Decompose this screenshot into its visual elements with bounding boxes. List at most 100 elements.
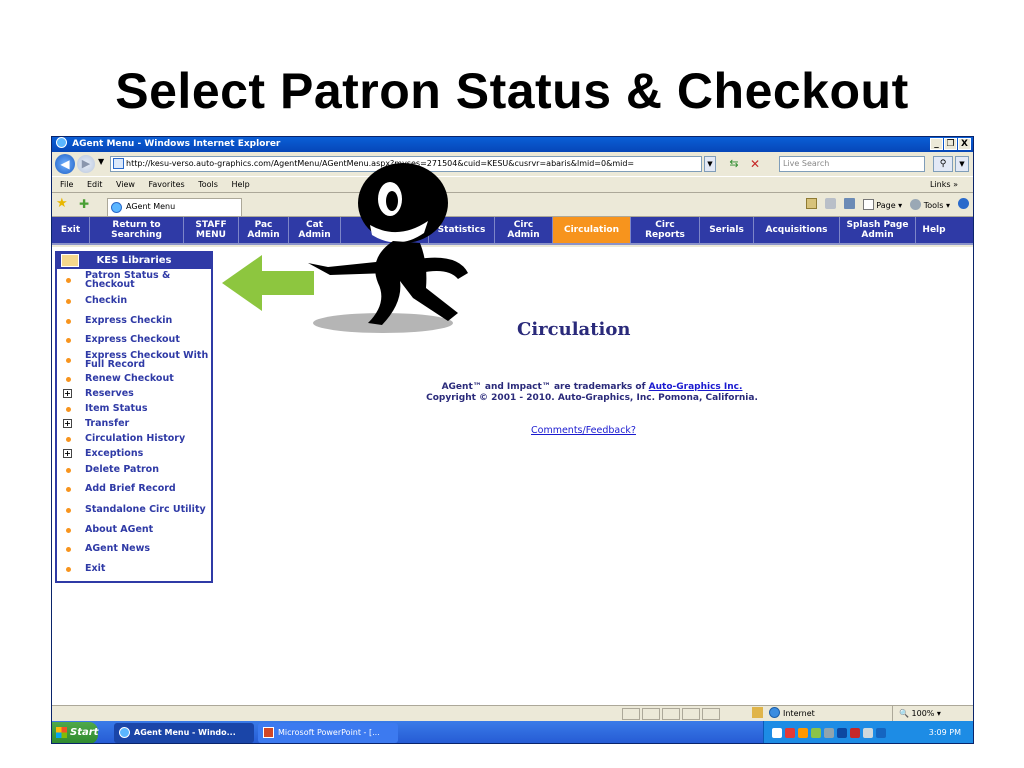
feeds-icon[interactable]: [824, 198, 836, 209]
sidebar-item-standalone-circ-utility[interactable]: Standalone Circ Utility: [57, 499, 211, 521]
bullet-icon: [66, 299, 71, 304]
sidebar-item-item-status[interactable]: Item Status: [57, 401, 211, 417]
tray-app-icon[interactable]: [785, 728, 795, 738]
menu-tools[interactable]: Tools: [198, 180, 218, 189]
bullet-icon: [66, 319, 71, 324]
search-icon[interactable]: ⚲: [933, 156, 953, 172]
internet-globe-icon: [769, 707, 780, 718]
sidebar-item-label: Express Checkin: [85, 315, 173, 327]
refresh-icon[interactable]: ⇆: [725, 156, 743, 172]
sidebar-item-about-agent[interactable]: About AGent: [57, 521, 211, 539]
sidebar-item-agent-news[interactable]: AGent News: [57, 539, 211, 559]
sidebar-item-label: Reserves: [85, 388, 134, 400]
back-arrow-icon: ◀: [60, 157, 70, 171]
clock: 3:09 PM: [928, 728, 961, 737]
links-button[interactable]: Links »: [930, 177, 958, 193]
menu-favorites[interactable]: Favorites: [149, 180, 185, 189]
nav-help[interactable]: Help: [916, 217, 952, 243]
forward-button[interactable]: ▶: [77, 155, 95, 173]
bullet-icon: [66, 528, 71, 533]
print-icon[interactable]: [843, 198, 855, 209]
sidebar-item-checkin[interactable]: Checkin: [57, 291, 211, 311]
task-agent-menu[interactable]: AGent Menu - Windo...: [114, 723, 254, 743]
menu-view[interactable]: View: [116, 180, 135, 189]
nav-serials[interactable]: Serials: [700, 217, 754, 243]
expand-plus-icon[interactable]: +: [63, 449, 72, 458]
sidebar-item-renew-checkout[interactable]: Renew Checkout: [57, 371, 211, 387]
menu-file[interactable]: File: [60, 180, 73, 189]
command-bar: Page ▾ Tools ▾: [805, 198, 969, 214]
tray-app-icon[interactable]: [824, 728, 834, 738]
sidebar-item-reserves[interactable]: + Reserves: [57, 387, 211, 401]
sidebar-item-patron-status-checkout[interactable]: Patron Status & Checkout: [57, 269, 211, 291]
nav-circulation[interactable]: Circulation: [553, 217, 631, 243]
nav-acquisitions[interactable]: Acquisitions: [754, 217, 840, 243]
expand-plus-icon[interactable]: +: [63, 389, 72, 398]
sidebar-item-label: Patron Status & Checkout: [85, 269, 171, 290]
home-icon[interactable]: [805, 198, 817, 209]
help-icon[interactable]: [958, 198, 969, 209]
minimize-button[interactable]: _: [930, 138, 943, 150]
tray-app-icon[interactable]: [863, 728, 873, 738]
tray-app-icon[interactable]: [850, 728, 860, 738]
bullet-icon: [66, 468, 71, 473]
auto-graphics-link[interactable]: Auto-Graphics Inc.: [649, 382, 743, 392]
sidebar-item-express-checkout[interactable]: Express Checkout: [57, 331, 211, 349]
restore-button[interactable]: ❐: [944, 138, 957, 150]
sidebar-item-label: Express Checkout: [85, 334, 180, 346]
back-button[interactable]: ◀: [55, 154, 75, 174]
favorites-star-icon[interactable]: ★: [56, 197, 68, 211]
search-input[interactable]: Live Search: [779, 156, 925, 172]
bullet-icon: [66, 338, 71, 343]
sidebar-item-exit[interactable]: Exit: [57, 559, 211, 579]
sidebar-item-exceptions[interactable]: + Exceptions: [57, 447, 211, 461]
nav-staff-menu[interactable]: STAFF MENU: [184, 217, 239, 243]
tab-label: AGent Menu: [126, 202, 176, 211]
history-dropdown-icon[interactable]: ▼: [98, 157, 104, 166]
trademark-line-1: AGent™ and Impact™ are trademarks of Aut…: [352, 382, 832, 393]
tray-app-icon[interactable]: [772, 728, 782, 738]
bullet-icon: [66, 567, 71, 572]
tray-app-icon[interactable]: [876, 728, 886, 738]
search-dropdown-icon[interactable]: ▼: [955, 156, 969, 172]
start-button[interactable]: Start: [52, 722, 98, 743]
tray-app-icon[interactable]: [798, 728, 808, 738]
menu-edit[interactable]: Edit: [87, 180, 103, 189]
windows-logo-icon: [56, 727, 67, 738]
sidebar-item-circulation-history[interactable]: Circulation History: [57, 431, 211, 447]
system-tray: 3:09 PM: [763, 721, 973, 743]
task-powerpoint[interactable]: Microsoft PowerPoint - [...: [258, 723, 398, 743]
nav-splash-page-admin[interactable]: Splash Page Admin: [840, 217, 916, 243]
nav-return-to-searching[interactable]: Return to Searching: [90, 217, 184, 243]
trademark-notice: AGent™ and Impact™ are trademarks of Aut…: [352, 382, 832, 404]
sidebar-item-add-brief-record[interactable]: Add Brief Record: [57, 479, 211, 499]
nav-circ-reports[interactable]: Circ Reports: [631, 217, 700, 243]
sidebar-item-label: Circulation History: [85, 433, 186, 445]
trademark-text: AGent™ and Impact™ are trademarks of: [441, 382, 649, 392]
copyright-line: Copyright © 2001 - 2010. Auto-Graphics, …: [426, 393, 758, 403]
stop-icon[interactable]: ✕: [746, 156, 764, 172]
ie-icon: [56, 137, 67, 148]
url-dropdown-icon[interactable]: ▼: [704, 156, 716, 172]
sidebar-item-express-checkin[interactable]: Express Checkin: [57, 311, 211, 331]
close-button[interactable]: X: [958, 138, 971, 150]
nav-pac-admin[interactable]: Pac Admin: [239, 217, 289, 243]
menu-help[interactable]: Help: [231, 180, 249, 189]
page-menu-label: Page ▾: [876, 201, 903, 210]
page-menu[interactable]: Page ▾: [862, 198, 903, 214]
sidebar-item-express-checkout-full-record[interactable]: Express Checkout With Full Record: [57, 349, 211, 371]
tray-app-icon[interactable]: [837, 728, 847, 738]
task-label: AGent Menu - Windo...: [134, 728, 236, 737]
tools-gear-icon: [910, 199, 922, 210]
tray-app-icon[interactable]: [811, 728, 821, 738]
expand-plus-icon[interactable]: +: [63, 419, 72, 428]
sidebar-item-transfer[interactable]: + Transfer: [57, 417, 211, 431]
comments-feedback-link[interactable]: Comments/Feedback?: [531, 425, 636, 436]
tools-menu[interactable]: Tools ▾: [910, 198, 950, 214]
sidebar-item-delete-patron[interactable]: Delete Patron: [57, 461, 211, 479]
pointing-character-icon: [308, 163, 468, 333]
tab-agent-menu[interactable]: AGent Menu: [107, 198, 242, 216]
zoom-control[interactable]: 🔍 100% ▾: [892, 706, 941, 721]
add-favorite-icon[interactable]: ✚: [79, 197, 89, 211]
nav-exit[interactable]: Exit: [52, 217, 90, 243]
